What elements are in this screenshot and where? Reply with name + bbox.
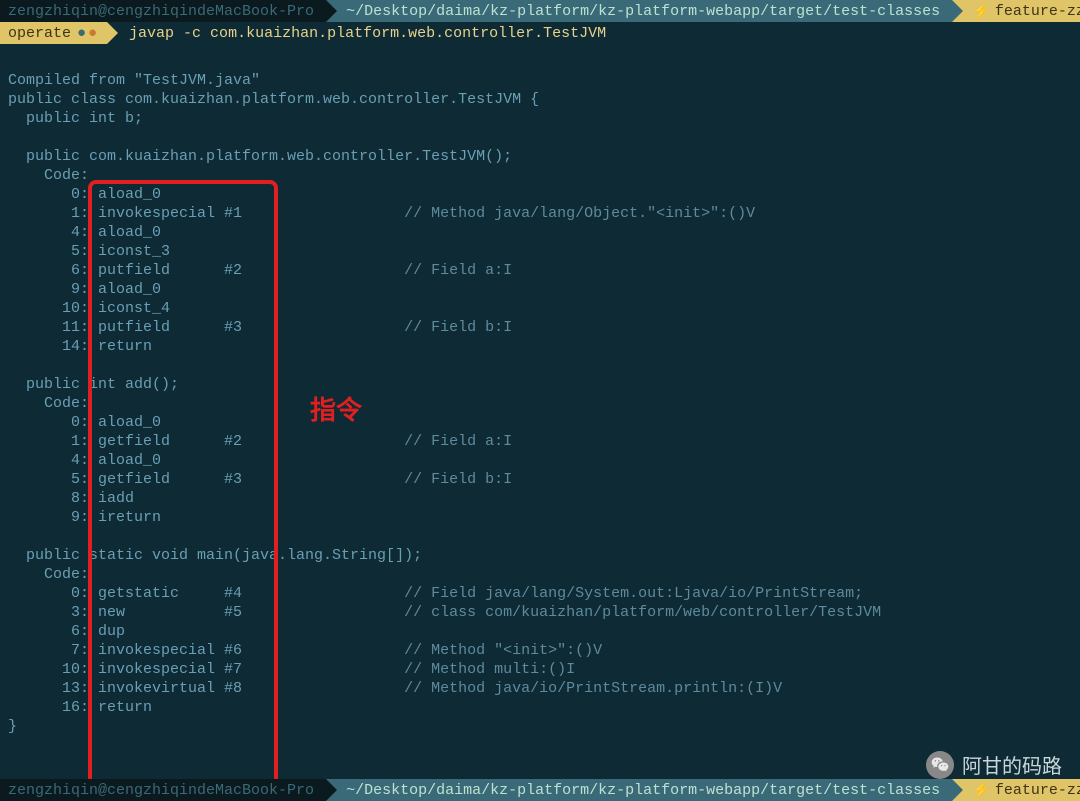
out-line: public int b;: [8, 110, 143, 127]
out-line: 5: getfield #3 // Field b:I: [8, 471, 512, 488]
out-line: public class com.kuaizhan.platform.web.c…: [8, 91, 539, 108]
out-line: 11: putfield #3 // Field b:I: [8, 319, 512, 336]
out-line: 10: iconst_4: [8, 300, 170, 317]
out-line: 9: aload_0: [8, 281, 161, 298]
out-line: public static void main(java.lang.String…: [8, 547, 422, 564]
out-line: }: [8, 718, 17, 735]
branch-label-bottom: feature-zzq-: [995, 782, 1080, 799]
out-line: 0: getstatic #4 // Field java/lang/Syste…: [8, 585, 863, 602]
out-line: Code:: [8, 395, 89, 412]
annotation-label: 指令: [310, 390, 362, 427]
out-line: 7: invokespecial #6 // Method "<init>":(…: [8, 642, 602, 659]
out-line: 6: putfield #2 // Field a:I: [8, 262, 512, 279]
out-line: 3: new #5 // class com/kuaizhan/platform…: [8, 604, 881, 621]
prompt-path: ~/Desktop/daima/kz-platform/kz-platform-…: [326, 0, 952, 22]
bottom-prompt-bar: zengzhiqin@cengzhiqindeMacBook-Pro ~/Des…: [0, 779, 1080, 801]
out-line: 4: aload_0: [8, 224, 161, 241]
out-line: 4: aload_0: [8, 452, 161, 469]
out-line: 5: iconst_3: [8, 243, 170, 260]
prompt-user: zengzhiqin@cengzhiqindeMacBook-Pro: [0, 0, 326, 22]
out-line: 1: getfield #2 // Field a:I: [8, 433, 512, 450]
operate-segment: operate: [0, 22, 107, 44]
prompt-branch-bottom: ⚡ feature-zzq-: [952, 779, 1080, 801]
out-line: Compiled from "TestJVM.java": [8, 72, 260, 89]
out-line: Code:: [8, 566, 89, 583]
out-line: 1: invokespecial #1 // Method java/lang/…: [8, 205, 755, 222]
out-line: 6: dup: [8, 623, 125, 640]
prompt-branch: ⚡ feature-zzq-: [952, 0, 1080, 22]
command-text[interactable]: javap -c com.kuaizhan.platform.web.contr…: [107, 25, 606, 42]
wechat-icon: [926, 751, 954, 779]
operate-label: operate: [8, 25, 71, 42]
out-line: public int add();: [8, 376, 179, 393]
top-prompt-bar: zengzhiqin@cengzhiqindeMacBook-Pro ~/Des…: [0, 0, 1080, 22]
branch-icon: ⚡: [972, 781, 991, 800]
out-line: Code:: [8, 167, 89, 184]
watermark: 阿甘的码路: [926, 750, 1062, 779]
out-line: public com.kuaizhan.platform.web.control…: [8, 148, 512, 165]
out-line: 14: return: [8, 338, 152, 355]
prompt-user-bottom: zengzhiqin@cengzhiqindeMacBook-Pro: [0, 779, 326, 801]
out-line: 0: aload_0: [8, 414, 161, 431]
branch-icon: ⚡: [972, 2, 991, 21]
out-line: 8: iadd: [8, 490, 134, 507]
watermark-text: 阿甘的码路: [962, 750, 1062, 779]
out-line: 9: ireturn: [8, 509, 161, 526]
out-line: 0: aload_0: [8, 186, 161, 203]
prompt-path-bottom: ~/Desktop/daima/kz-platform/kz-platform-…: [326, 779, 952, 801]
out-line: 16: return: [8, 699, 152, 716]
command-row[interactable]: operate javap -c com.kuaizhan.platform.w…: [0, 22, 1080, 44]
out-line: 10: invokespecial #7 // Method multi:()I: [8, 661, 575, 678]
terminal-output: Compiled from "TestJVM.java" public clas…: [0, 44, 1080, 736]
out-line: 13: invokevirtual #8 // Method java/io/P…: [8, 680, 782, 697]
status-dots-icon: [77, 25, 97, 42]
branch-label: feature-zzq-: [995, 3, 1080, 20]
